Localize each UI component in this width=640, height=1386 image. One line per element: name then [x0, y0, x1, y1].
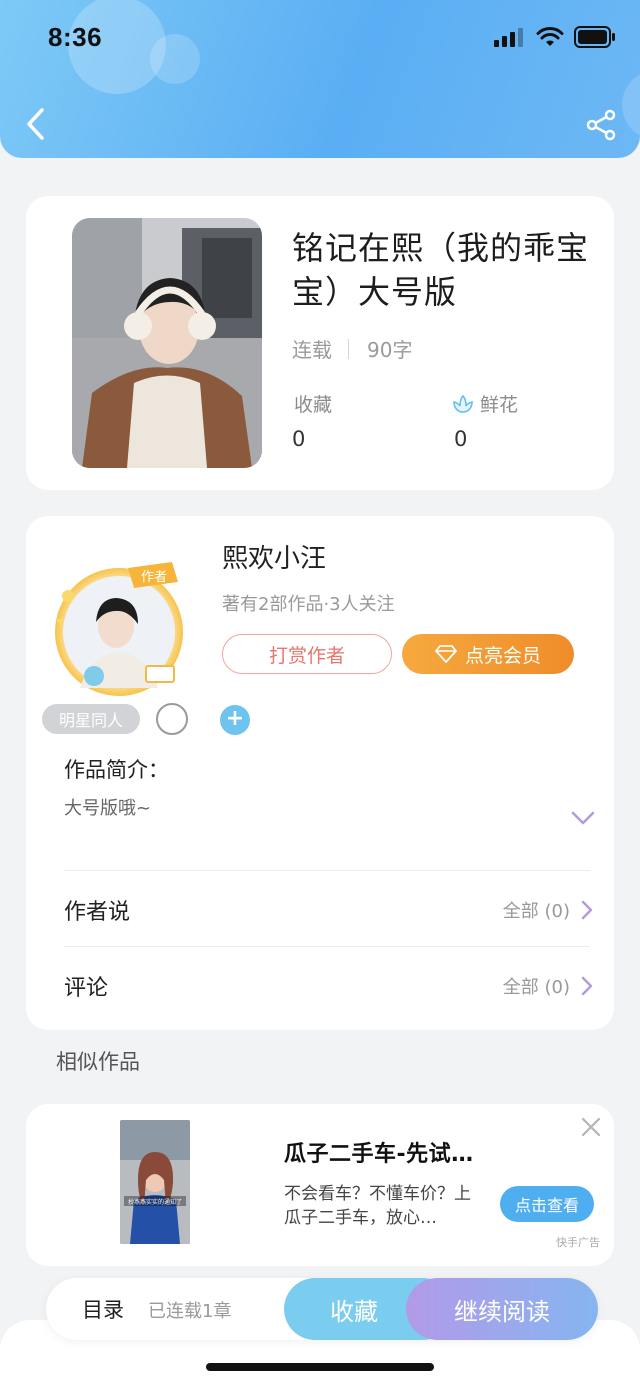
close-icon: [581, 1117, 601, 1137]
ad-thumbnail[interactable]: 抄燕燕实实的通知了: [120, 1120, 190, 1244]
status-icons: [494, 26, 616, 48]
comments-label: 评论: [64, 976, 109, 1001]
author-badge-text: 作者: [141, 570, 167, 585]
author-says-row[interactable]: 作者说 全部 (0): [64, 880, 594, 940]
diamond-icon: [435, 645, 457, 663]
add-tag-button[interactable]: +: [220, 705, 250, 735]
tip-author-button[interactable]: 打赏作者: [222, 634, 392, 674]
book-title: 铭记在熙（我的乖宝宝）大号版: [292, 229, 590, 311]
battery-icon: [574, 26, 615, 48]
book-status: 连载: [292, 338, 332, 362]
header-bubble: [622, 70, 640, 140]
bottom-action-bar: 目录 已连载1章 收藏 继续阅读: [46, 1278, 598, 1340]
comments-row[interactable]: 评论 全部 (0): [64, 956, 594, 1016]
book-meta: 连载 90字: [292, 334, 412, 363]
toc-button[interactable]: 目录: [82, 1294, 124, 1324]
continue-reading-label: 继续阅读: [454, 1297, 550, 1326]
cover-illustration: [72, 218, 262, 468]
book-info-card: 铭记在熙（我的乖宝宝）大号版 连载 90字 收藏 0 鲜花 0: [26, 196, 614, 490]
home-indicator: [206, 1363, 434, 1371]
cellular-signal-icon: [494, 28, 523, 47]
flowers-value: 0: [454, 427, 468, 451]
flowers-stat[interactable]: 鲜花 0: [452, 390, 518, 451]
chevron-down-icon: [571, 811, 595, 825]
book-cover-image[interactable]: [72, 218, 262, 468]
flower-icon: [453, 394, 473, 413]
status-time: 8:36: [48, 22, 103, 52]
share-icon: [586, 109, 616, 141]
back-button[interactable]: [18, 104, 54, 144]
favorites-label: 收藏: [294, 394, 333, 416]
ad-description: 不会看车？不懂车价？上瓜子二手车，放心…: [284, 1184, 471, 1228]
ad-title[interactable]: 瓜子二手车-先试…: [284, 1136, 474, 1168]
meta-divider: [348, 338, 349, 359]
collect-button-label: 收藏: [330, 1297, 378, 1326]
wifi-icon: [536, 27, 564, 46]
author-card: 作者 熙欢小汪 著有2部作品·3人关注 打赏作者 点亮会员 明星同人 + 作品简…: [26, 516, 614, 1030]
author-name[interactable]: 熙欢小汪: [222, 538, 326, 575]
header-bubble: [150, 34, 200, 84]
ad-thumbnail-caption: 抄燕燕实实的通知了: [128, 1198, 182, 1206]
similar-works-title: 相似作品: [56, 1050, 140, 1074]
ad-view-button[interactable]: 点击查看: [500, 1186, 594, 1222]
chapter-count[interactable]: 已连载1章: [148, 1297, 231, 1323]
author-avatar-image: 作者: [55, 562, 183, 696]
flowers-label: 鲜花: [480, 394, 519, 416]
chevron-left-icon: [27, 108, 44, 140]
intro-text: 大号版哦~: [64, 798, 152, 819]
share-button[interactable]: [584, 108, 618, 142]
author-avatar[interactable]: 作者: [50, 560, 188, 698]
vip-button-label: 点亮会员: [464, 644, 541, 667]
ad-source-label: 快手广告: [556, 1236, 600, 1249]
divider: [64, 870, 590, 871]
activate-vip-button[interactable]: 点亮会员: [402, 634, 574, 674]
author-says-label: 作者说: [64, 900, 131, 925]
header: 8:36: [0, 0, 640, 158]
ad-close-button[interactable]: [580, 1116, 602, 1138]
genre-tag[interactable]: 明星同人: [42, 704, 140, 734]
ad-thumbnail-image: 抄燕燕实实的通知了: [120, 1120, 190, 1244]
chevron-right-icon: [581, 900, 593, 920]
continue-reading-button[interactable]: 继续阅读: [406, 1278, 598, 1340]
expand-button[interactable]: [570, 808, 596, 828]
tag-placeholder-circle[interactable]: [156, 703, 188, 735]
author-says-count: 全部 (0): [502, 901, 570, 922]
flowers-label-wrap: 鲜花: [452, 390, 518, 417]
favorites-value: 0: [292, 427, 306, 451]
chevron-right-icon: [581, 976, 593, 996]
divider: [64, 946, 590, 947]
book-word-count: 90字: [367, 338, 413, 362]
comments-count: 全部 (0): [502, 977, 570, 998]
favorites-stat: 收藏 0: [292, 390, 333, 451]
intro-title: 作品简介：: [64, 758, 169, 782]
author-meta: 著有2部作品·3人关注: [222, 594, 395, 615]
ad-card[interactable]: 抄燕燕实实的通知了 瓜子二手车-先试… 不会看车？不懂车价？上瓜子二手车，放心……: [26, 1104, 614, 1266]
